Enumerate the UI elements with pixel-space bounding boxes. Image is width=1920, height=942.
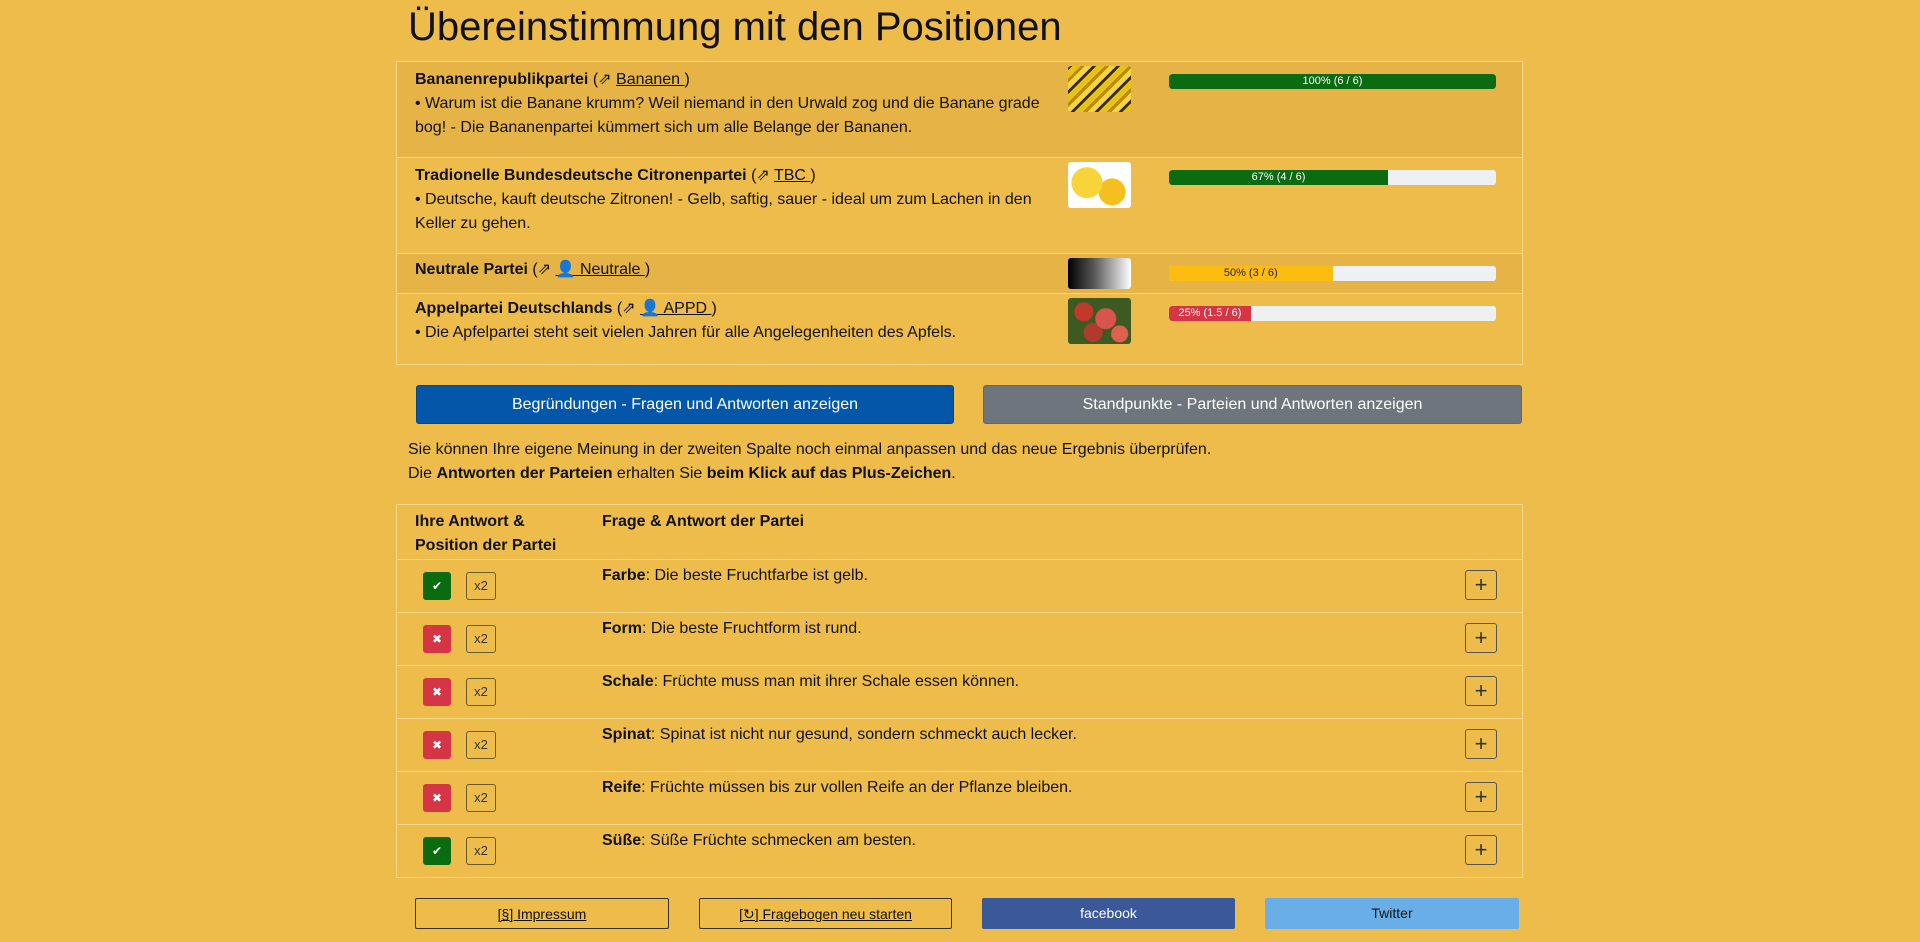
question-topic: Süße [602,832,642,849]
score-bar: 50% (3 / 6) [1169,266,1496,281]
double-weight-button[interactable]: x2 [466,784,496,812]
expand-answers-button[interactable]: + [1465,676,1497,706]
answer-no-button[interactable]: ✖ [423,678,451,706]
question-topic: Reife [602,779,642,796]
table-row: ✔ x2 Süße: Süße Früchte schmecken am beste… [396,824,1523,878]
expand-answers-button[interactable]: + [1465,623,1497,653]
answer-yes-button[interactable]: ✔ [423,572,451,600]
score-bar: 67% (4 / 6) [1169,170,1496,185]
answer-no-button[interactable]: ✖ [423,731,451,759]
answer-no-button[interactable]: ✖ [423,784,451,812]
expand-answers-button[interactable]: + [1465,570,1497,600]
party-results: Bananenrepublikpartei (⇗ Bananen ) • War… [396,61,1523,365]
expand-answers-button[interactable]: + [1465,782,1497,812]
gradient-image [1068,258,1131,289]
table-header: Ihre Antwort & Position der Partei Frage… [396,504,1523,560]
double-weight-button[interactable]: x2 [466,572,496,600]
question-text: Farbe: Die beste Fruchtfarbe ist gelb. [602,567,868,584]
twitter-share-button[interactable]: Twitter [1265,898,1519,929]
double-weight-button[interactable]: x2 [466,731,496,759]
table-row: ✖ x2 Spinat: Spinat ist nicht nur gesund, … [396,718,1523,772]
question-text: Süße: Süße Früchte schmecken am besten. [602,832,916,849]
table-row: ✔ x2 Farbe: Die beste Fruchtfarbe ist gelb… [396,559,1523,613]
party-row: Tradionelle Bundesdeutsche Citronenparte… [396,157,1523,254]
show-reasons-button[interactable]: Begründungen - Fragen und Antworten anze… [416,385,954,424]
table-row: ✖ x2 Form: Die beste Fruchtform ist rund. + [396,612,1523,666]
info-text: Sie können Ihre eigene Meinung in der zw… [408,441,1212,482]
question-topic: Form [602,620,642,637]
party-row: Bananenrepublikpartei (⇗ Bananen ) • War… [396,61,1523,158]
footer: [§] Impressum [↻] Fragebogen neu starten… [0,898,1920,930]
party-row: Appelpartei Deutschlands (⇗ 👤 APPD ) • D… [396,293,1523,365]
score-label: 50% (3 / 6) [1223,267,1278,279]
party-link[interactable]: Bananen [616,71,685,88]
party-description: • Die Apfelpartei steht seit vielen Jahr… [415,324,957,341]
table-row: ✖ x2 Schale: Früchte muss man mit ihrer Sc… [396,665,1523,719]
question-text: Reife: Früchte müssen bis zur vollen Rei… [602,779,1073,796]
double-weight-button[interactable]: x2 [466,678,496,706]
impressum-link[interactable]: [§] Impressum [415,898,669,929]
score-bar: 100% (6 / 6) [1169,74,1496,89]
double-weight-button[interactable]: x2 [466,625,496,653]
party-name: Neutrale Partei [415,261,528,278]
table-row: ✖ x2 Reife: Früchte müssen bis zur vollen … [396,771,1523,825]
party-link[interactable]: 👤 Neutrale [556,261,645,278]
toggle-buttons: Begründungen - Fragen und Antworten anze… [0,385,1920,424]
score-label: 100% (6 / 6) [1302,75,1363,87]
restart-button[interactable]: [↻] Fragebogen neu starten [699,898,952,929]
party-description: • Warum ist die Banane krumm? Weil niema… [415,95,1040,136]
page-title: Übereinstimmung mit den Positionen [408,5,1062,49]
question-text: Schale: Früchte muss man mit ihrer Schal… [602,673,1020,690]
answer-yes-button[interactable]: ✔ [423,837,451,865]
score-bar: 25% (1.5 / 6) [1169,306,1496,321]
party-text: Neutrale Partei (⇗ 👤 Neutrale ) [415,261,651,278]
show-positions-button[interactable]: Standpunkte - Parteien und Antworten anz… [983,385,1522,424]
questions-table: Ihre Antwort & Position der Partei Frage… [396,504,1523,878]
question-topic: Schale [602,673,654,690]
answer-no-button[interactable]: ✖ [423,625,451,653]
party-text: Bananenrepublikpartei (⇗ Bananen ) • War… [415,71,1040,136]
facebook-share-button[interactable]: facebook [982,898,1235,929]
question-text: Form: Die beste Fruchtform ist rund. [602,620,862,637]
party-link[interactable]: 👤 APPD [640,300,712,317]
party-name: Appelpartei Deutschlands [415,300,613,317]
page: Übereinstimmung mit den Positionen Banan… [0,0,1920,942]
party-description: • Deutsche, kauft deutsche Zitronen! - G… [415,191,1032,232]
question-topic: Farbe [602,567,646,584]
apples-image [1068,298,1131,344]
score-label: 67% (4 / 6) [1251,171,1306,183]
column-header-question: Frage & Antwort der Partei [602,513,805,530]
party-name: Bananenrepublikpartei [415,71,589,88]
bananas-image [1068,66,1131,112]
party-text: Tradionelle Bundesdeutsche Citronenparte… [415,167,1032,232]
double-weight-button[interactable]: x2 [466,837,496,865]
party-text: Appelpartei Deutschlands (⇗ 👤 APPD ) • D… [415,300,957,341]
score-label: 25% (1.5 / 6) [1178,307,1242,319]
party-link[interactable]: TBC [774,167,810,184]
expand-answers-button[interactable]: + [1465,835,1497,865]
party-row: Neutrale Partei (⇗ 👤 Neutrale ) 50% (3 /… [396,253,1523,294]
lemons-image [1068,162,1131,208]
expand-answers-button[interactable]: + [1465,729,1497,759]
column-header-answer: Ihre Antwort & Position der Partei [415,513,557,554]
party-name: Tradionelle Bundesdeutsche Citronenparte… [415,167,747,184]
question-text: Spinat: Spinat ist nicht nur gesund, son… [602,726,1077,743]
question-topic: Spinat [602,726,651,743]
